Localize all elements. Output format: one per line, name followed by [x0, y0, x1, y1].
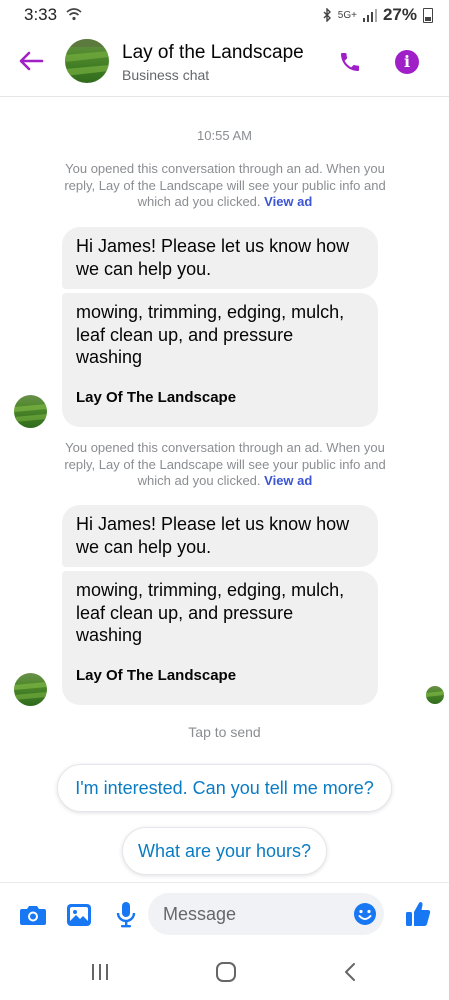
services-card: mowing, trimming, edging, mulch, leaf cl… — [62, 571, 378, 705]
view-ad-link[interactable]: View ad — [264, 473, 312, 488]
avatar[interactable] — [65, 39, 109, 83]
view-ad-link[interactable]: View ad — [264, 194, 312, 209]
ad-notice-text: You opened this conversation through an … — [64, 440, 386, 488]
quick-reply-hours[interactable]: What are your hours? — [122, 827, 327, 875]
network-type: 5G+ — [337, 9, 357, 21]
tap-to-send-label: Tap to send — [188, 724, 261, 740]
sender-avatar[interactable] — [14, 673, 47, 706]
info-icon[interactable]: i — [395, 50, 419, 74]
ad-notice: You opened this conversation through an … — [60, 440, 390, 490]
back-arrow-icon[interactable] — [18, 50, 44, 72]
services-text: mowing, trimming, edging, mulch, leaf cl… — [76, 580, 345, 645]
microphone-icon[interactable] — [116, 901, 136, 929]
greeting-bubble: Hi James! Please let us know how we can … — [62, 227, 378, 289]
greeting-text: Hi James! Please let us know how we can … — [76, 514, 350, 557]
greeting-text: Hi James! Please let us know how we can … — [76, 236, 350, 279]
gallery-icon[interactable] — [66, 902, 92, 928]
chat-header: Lay of the Landscape Business chat i — [0, 30, 449, 97]
services-text: mowing, trimming, edging, mulch, leaf cl… — [76, 302, 345, 367]
composer-bar: Message — [0, 882, 449, 947]
status-time: 3:33 — [24, 5, 58, 24]
status-right: 5G+ 27% — [322, 5, 433, 25]
status-bar: 3:33 5G+ 27% — [0, 0, 449, 30]
message-placeholder: Message — [163, 904, 237, 924]
wifi-icon — [66, 8, 82, 21]
bluetooth-icon — [323, 8, 331, 22]
signal-icon — [362, 8, 377, 22]
message-input[interactable]: Message — [148, 893, 384, 935]
lawn-photo — [14, 395, 47, 428]
ad-notice-text: You opened this conversation through an … — [64, 161, 386, 209]
lawn-photo — [65, 39, 109, 83]
android-nav-bar — [0, 946, 449, 1000]
thumbs-up-icon[interactable] — [405, 900, 431, 928]
recent-apps-icon[interactable] — [90, 963, 110, 981]
page-title: Lay of the Landscape — [122, 42, 304, 63]
card-business-name: Lay Of The Landscape — [76, 388, 237, 406]
lawn-photo — [426, 686, 444, 704]
sender-avatar[interactable] — [14, 395, 47, 428]
lawn-photo — [14, 673, 47, 706]
battery-percent: 27% — [382, 5, 417, 24]
back-nav-icon[interactable] — [343, 962, 357, 982]
services-card: mowing, trimming, edging, mulch, leaf cl… — [62, 293, 378, 427]
battery-icon — [423, 7, 433, 23]
seen-indicator-avatar — [426, 686, 444, 704]
emoji-icon[interactable] — [353, 902, 377, 926]
quick-reply-interested[interactable]: I'm interested. Can you tell me more? — [57, 764, 392, 812]
home-icon[interactable] — [215, 961, 237, 983]
greeting-bubble: Hi James! Please let us know how we can … — [62, 505, 378, 567]
phone-icon[interactable] — [338, 50, 362, 74]
chat-subtitle: Business chat — [122, 67, 210, 83]
ad-notice: You opened this conversation through an … — [60, 161, 390, 211]
card-business-name: Lay Of The Landscape — [76, 666, 237, 684]
message-timestamp: 10:55 AM — [197, 128, 252, 143]
camera-icon[interactable] — [19, 903, 47, 927]
